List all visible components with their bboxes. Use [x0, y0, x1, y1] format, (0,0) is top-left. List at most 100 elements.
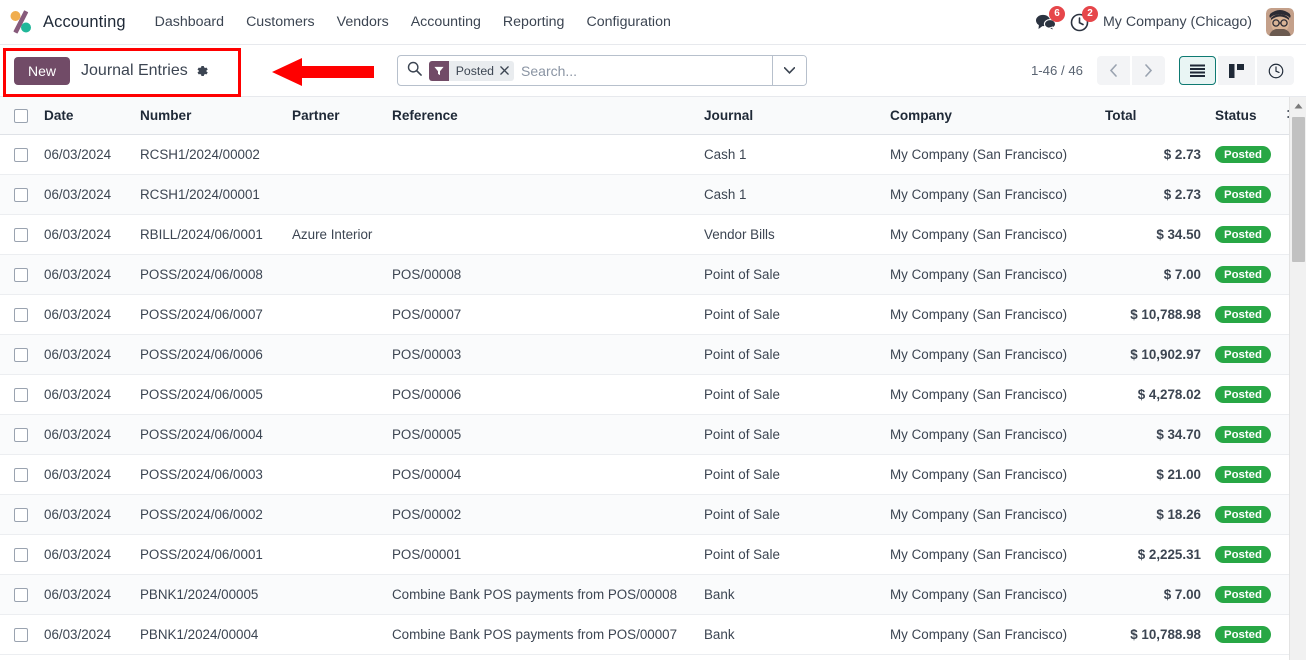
control-panel-left: New Journal Entries	[14, 56, 209, 85]
row-checkbox[interactable]	[14, 188, 28, 203]
column-header-date[interactable]: Date	[36, 97, 132, 135]
vertical-scrollbar[interactable]	[1289, 97, 1306, 660]
table-row[interactable]: 06/03/2024 POSS/2024/06/0004 POS/00005 Poin…	[0, 414, 1306, 455]
odoo-brand-home[interactable]: Accounting	[8, 9, 126, 35]
view-button-kanban[interactable]	[1218, 56, 1255, 85]
search-icon[interactable]	[407, 61, 422, 81]
cell-company: My Company (San Francisco)	[882, 294, 1097, 335]
column-header-reference[interactable]: Reference	[384, 97, 696, 135]
view-button-list[interactable]	[1179, 56, 1216, 85]
cell-status: Posted	[1209, 254, 1287, 295]
table-row[interactable]: 06/03/2024 RCSH1/2024/00002 Cash 1 My Compa…	[0, 134, 1306, 175]
table-row[interactable]: 06/03/2024 POSS/2024/06/0008 POS/00008 Poin…	[0, 254, 1306, 295]
row-checkbox[interactable]	[14, 148, 28, 163]
row-checkbox[interactable]	[14, 228, 28, 243]
cell-reference: POS/00004	[384, 454, 696, 495]
cell-date: 06/03/2024	[36, 494, 132, 535]
search-facet-posted[interactable]: Posted	[428, 60, 515, 81]
status-badge: Posted	[1215, 346, 1271, 364]
pager-value[interactable]: 1-46 / 46	[1031, 63, 1083, 78]
cell-status: Posted	[1209, 414, 1287, 455]
cell-status: Posted	[1209, 134, 1287, 175]
funnel-glyph	[434, 66, 444, 75]
column-header-number[interactable]: Number	[132, 97, 284, 135]
search-dropdown-toggle[interactable]	[771, 56, 806, 85]
table-row[interactable]: 06/03/2024 PBNK1/2024/00004 Combine Bank P…	[0, 614, 1306, 655]
table-row[interactable]: 06/03/2024 POSS/2024/06/0006 POS/00003 Poin…	[0, 334, 1306, 375]
table-row[interactable]: 06/03/2024 POSS/2024/06/0007 POS/00007 Poin…	[0, 294, 1306, 335]
cell-company: My Company (San Francisco)	[882, 494, 1097, 535]
row-checkbox[interactable]	[14, 548, 28, 563]
activities-button[interactable]: 2	[1070, 5, 1098, 32]
cell-journal: Vendor Bills	[696, 214, 882, 255]
table-row[interactable]: 06/03/2024 POSS/2024/06/0003 POS/00004 Poin…	[0, 454, 1306, 495]
table-row[interactable]: 06/03/2024 POSS/2024/06/0001 POS/00001 Poin…	[0, 534, 1306, 575]
main-menu: Dashboard Customers Vendors Accounting R…	[144, 8, 682, 36]
cell-journal: Point of Sale	[696, 294, 882, 335]
menu-customers[interactable]: Customers	[235, 8, 326, 36]
column-header-status[interactable]: Status	[1209, 97, 1287, 135]
control-panel: New Journal Entries Posted Search... 1-4…	[0, 45, 1306, 97]
cell-number: POSS/2024/06/0003	[132, 454, 284, 495]
menu-configuration[interactable]: Configuration	[575, 8, 681, 36]
company-switcher[interactable]: My Company (Chicago)	[1103, 14, 1252, 30]
cell-journal: Point of Sale	[696, 534, 882, 575]
cell-total: $ 18.26	[1097, 494, 1209, 535]
pager-previous-button[interactable]	[1097, 56, 1130, 85]
table-row[interactable]: 06/03/2024 RCSH1/2024/00001 Cash 1 My Compa…	[0, 174, 1306, 215]
user-avatar[interactable]	[1266, 8, 1294, 36]
gear-icon[interactable]	[195, 64, 209, 78]
row-select-cell	[0, 414, 36, 455]
table-row[interactable]: 06/03/2024 PBNK1/2024/00005 Combine Bank P…	[0, 574, 1306, 615]
row-select-cell	[0, 614, 36, 655]
column-header-total[interactable]: Total	[1097, 97, 1209, 135]
pager-next-button[interactable]	[1132, 56, 1165, 85]
cell-number: POSS/2024/06/0004	[132, 414, 284, 455]
cell-date: 06/03/2024	[36, 374, 132, 415]
cell-date: 06/03/2024	[36, 254, 132, 295]
row-checkbox[interactable]	[14, 468, 28, 483]
cell-company: My Company (San Francisco)	[882, 374, 1097, 415]
row-checkbox[interactable]	[14, 268, 28, 283]
table-row[interactable]: 06/03/2024 RBILL/2024/06/0001 Azure Interi…	[0, 214, 1306, 255]
facet-remove-icon[interactable]	[500, 66, 509, 75]
cell-total: $ 2.73	[1097, 134, 1209, 175]
row-checkbox[interactable]	[14, 308, 28, 323]
new-button[interactable]: New	[14, 56, 71, 85]
column-header-journal[interactable]: Journal	[696, 97, 882, 135]
select-all-checkbox[interactable]	[14, 109, 28, 124]
row-checkbox[interactable]	[14, 508, 28, 523]
cell-number: POSS/2024/06/0002	[132, 494, 284, 535]
avatar-image	[1266, 8, 1294, 36]
column-header-company[interactable]: Company	[882, 97, 1097, 135]
search-input[interactable]	[521, 62, 766, 79]
row-checkbox[interactable]	[14, 628, 28, 643]
cell-company: My Company (San Francisco)	[882, 214, 1097, 255]
messages-button[interactable]: 6	[1035, 5, 1065, 32]
table-row[interactable]: 06/03/2024 POSS/2024/06/0002 POS/00002 Poin…	[0, 494, 1306, 535]
cell-date: 06/03/2024	[36, 414, 132, 455]
cell-date: 06/03/2024	[36, 134, 132, 175]
menu-vendors[interactable]: Vendors	[326, 8, 400, 36]
navbar-systray: 6 2 My Company (Chicago)	[1035, 5, 1294, 36]
cell-journal: Cash 1	[696, 134, 882, 175]
scrollbar-thumb[interactable]	[1292, 117, 1305, 262]
table-row[interactable]: 06/03/2024 POSS/2024/06/0005 POS/00006 Poin…	[0, 374, 1306, 415]
menu-dashboard[interactable]: Dashboard	[144, 8, 235, 36]
cog-glyph	[197, 65, 208, 76]
row-checkbox[interactable]	[14, 348, 28, 363]
menu-reporting[interactable]: Reporting	[492, 8, 576, 36]
row-checkbox[interactable]	[14, 588, 28, 603]
cell-number: PBNK1/2024/00004	[132, 614, 284, 655]
column-header-partner[interactable]: Partner	[284, 97, 384, 135]
menu-accounting[interactable]: Accounting	[400, 8, 492, 36]
row-checkbox[interactable]	[14, 388, 28, 403]
cell-journal: Point of Sale	[696, 494, 882, 535]
view-button-activity[interactable]	[1257, 56, 1294, 85]
scroll-up-arrow-icon[interactable]	[1290, 97, 1306, 114]
status-badge: Posted	[1215, 186, 1271, 204]
cell-total: $ 10,788.98	[1097, 294, 1209, 335]
row-checkbox[interactable]	[14, 428, 28, 443]
breadcrumb: Journal Entries	[81, 62, 209, 80]
journal-entries-table: Date Number Partner Reference Journal Co…	[0, 97, 1306, 655]
